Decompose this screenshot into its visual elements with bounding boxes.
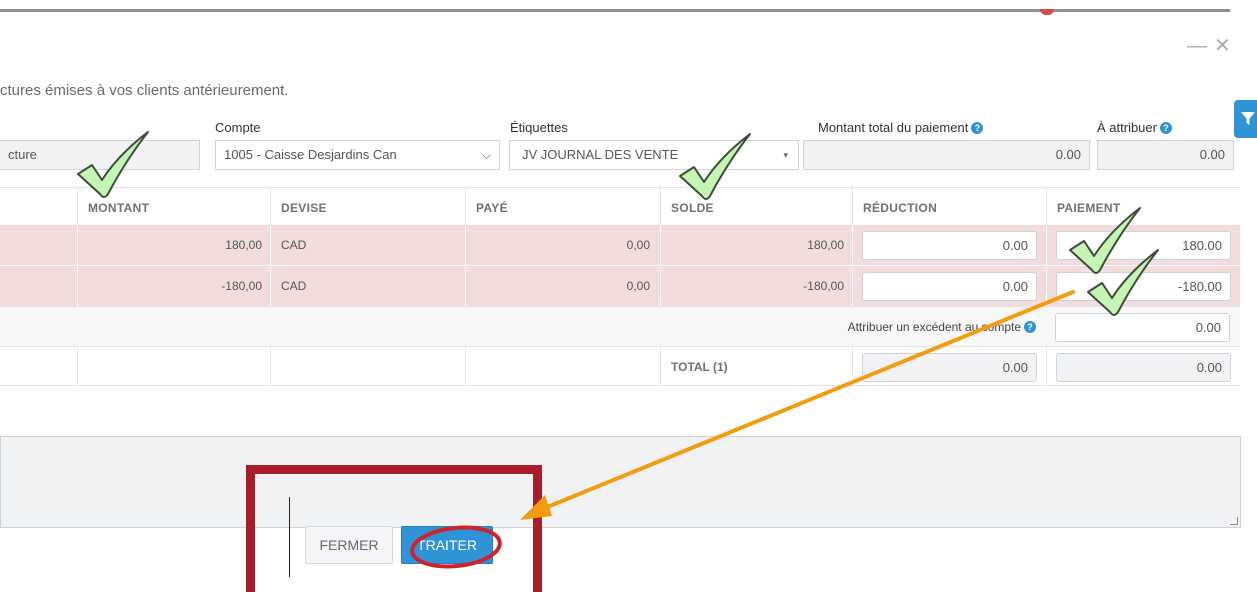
header-solde[interactable]: SOLDE bbox=[660, 188, 852, 225]
total-payment-cell: 0.00 bbox=[1046, 347, 1240, 385]
help-icon[interactable]: ? bbox=[1024, 321, 1036, 333]
header-paye[interactable]: PAYÉ bbox=[465, 188, 660, 225]
row-cell bbox=[270, 347, 465, 385]
total-reduction-cell: 0.00 bbox=[852, 347, 1046, 385]
cell-reduction: 0.00 bbox=[852, 266, 1046, 306]
annotation-highlight-box bbox=[246, 465, 542, 592]
account-select-value: 1005 - Caisse Desjardins Can bbox=[224, 147, 397, 162]
to-assign-field: 0.00 bbox=[1097, 140, 1234, 170]
row-cell bbox=[0, 266, 77, 306]
notes-textarea[interactable] bbox=[0, 436, 1241, 528]
account-select[interactable]: 1005 - Caisse Desjardins Can ⌵ bbox=[215, 140, 500, 170]
excess-cell: 0.00 bbox=[1046, 307, 1240, 346]
excess-label: Attribuer un excédent au compte? bbox=[700, 307, 1036, 347]
account-label: Compte bbox=[215, 120, 261, 135]
excess-input[interactable]: 0.00 bbox=[1055, 313, 1230, 342]
tags-select-value: JV JOURNAL DES VENTE bbox=[522, 147, 679, 162]
to-assign-label: À attribuer? bbox=[1097, 120, 1172, 135]
excess-row: Attribuer un excédent au compte? 0.00 bbox=[0, 306, 1240, 346]
chevron-down-icon: ⌵ bbox=[481, 148, 491, 162]
payment-input[interactable]: 180.00 bbox=[1056, 231, 1231, 260]
reduction-input[interactable]: 0.00 bbox=[862, 231, 1037, 260]
invoice-table: MONTANT DEVISE PAYÉ SOLDE RÉDUCTION PAIE… bbox=[0, 187, 1240, 386]
resize-handle-icon[interactable] bbox=[1230, 517, 1238, 525]
header-montant[interactable]: MONTANT bbox=[77, 188, 270, 225]
row-cell bbox=[0, 347, 77, 385]
cell-paiement: -180.00 bbox=[1046, 266, 1240, 306]
total-payment-label: Montant total du paiement? bbox=[818, 120, 984, 135]
filter-icon bbox=[1241, 112, 1255, 125]
table-row: -180,00 CAD 0,00 -180,00 0.00 -180.00 bbox=[0, 266, 1240, 306]
cell-montant: 180,00 bbox=[77, 225, 270, 265]
top-bar bbox=[0, 0, 1257, 15]
close-button[interactable]: FERMER bbox=[305, 526, 393, 564]
process-button[interactable]: TRAITER bbox=[401, 526, 493, 564]
row-cell bbox=[465, 347, 660, 385]
header-paiement[interactable]: PAIEMENT bbox=[1046, 188, 1240, 225]
caret-down-icon: ▾ bbox=[783, 150, 788, 160]
cell-solde: 180,00 bbox=[660, 225, 852, 265]
total-label: TOTAL (1) bbox=[660, 347, 852, 385]
cell-devise: CAD bbox=[270, 266, 465, 306]
row-cell bbox=[0, 225, 77, 265]
cell-solde: -180,00 bbox=[660, 266, 852, 306]
minimize-icon[interactable]: — bbox=[1187, 36, 1207, 56]
cell-paye: 0,00 bbox=[465, 266, 660, 306]
cell-reduction: 0.00 bbox=[852, 225, 1046, 265]
total-payment-value: 0.00 bbox=[1056, 353, 1231, 382]
reduction-input[interactable]: 0.00 bbox=[862, 272, 1037, 301]
help-icon[interactable]: ? bbox=[971, 122, 984, 134]
row-cell bbox=[77, 347, 270, 385]
text-cursor bbox=[289, 497, 290, 577]
table-row: 180,00 CAD 0,00 180,00 0.00 180.00 bbox=[0, 225, 1240, 265]
filter-tab[interactable] bbox=[1234, 100, 1257, 138]
header-devise[interactable]: DEVISE bbox=[270, 188, 465, 225]
total-payment-field[interactable]: 0.00 bbox=[803, 140, 1090, 170]
cell-paiement: 180.00 bbox=[1046, 225, 1240, 265]
total-row: TOTAL (1) 0.00 0.00 bbox=[0, 346, 1240, 386]
header-cell bbox=[0, 188, 77, 225]
header-reduction[interactable]: RÉDUCTION bbox=[852, 188, 1046, 225]
help-icon[interactable]: ? bbox=[1159, 122, 1172, 134]
notification-dot bbox=[1040, 9, 1054, 15]
tags-label: Étiquettes bbox=[510, 120, 568, 135]
cell-montant: -180,00 bbox=[77, 266, 270, 306]
cell-paye: 0,00 bbox=[465, 225, 660, 265]
cell-devise: CAD bbox=[270, 225, 465, 265]
table-header: MONTANT DEVISE PAYÉ SOLDE RÉDUCTION PAIE… bbox=[0, 188, 1240, 225]
close-icon[interactable]: ✕ bbox=[1214, 36, 1231, 56]
total-reduction-value: 0.00 bbox=[862, 353, 1037, 382]
dialog-description: ctures émises à vos clients antérieureme… bbox=[0, 82, 289, 99]
payment-input[interactable]: -180.00 bbox=[1056, 272, 1231, 301]
tags-select[interactable]: JV JOURNAL DES VENTE ▾ bbox=[509, 140, 799, 170]
reference-field[interactable]: cture bbox=[0, 140, 200, 170]
